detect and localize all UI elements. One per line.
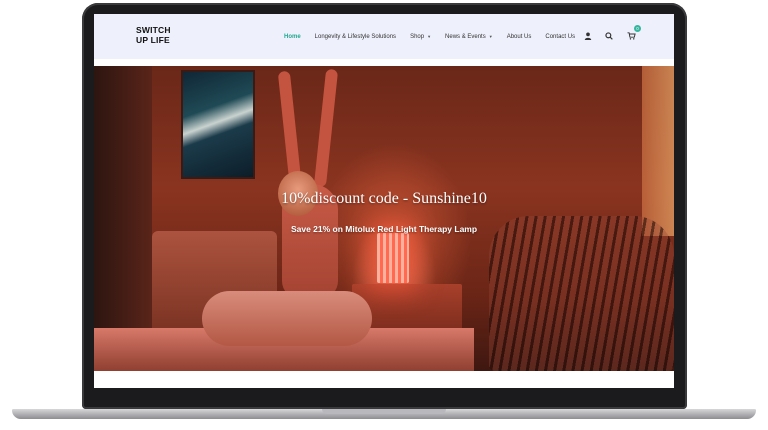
main-menu: Home Longevity & Lifestyle Solutions Sho… [284, 14, 589, 59]
hero-banner: 10%discount code - Sunshine10 Save 21% o… [94, 66, 674, 371]
user-icon[interactable] [581, 29, 595, 43]
nav-item-news-events[interactable]: News & Events ▼ [445, 34, 493, 40]
site-logo[interactable]: SWITCH UP LIFE [136, 25, 196, 45]
nav-item-about[interactable]: About Us [507, 34, 532, 40]
search-icon[interactable] [602, 29, 616, 43]
nav-item-home[interactable]: Home [284, 34, 301, 40]
cart-icon[interactable]: 0 [624, 25, 641, 43]
nav-item-label: Longevity & Lifestyle Solutions [314, 33, 397, 40]
site-header: SWITCH UP LIFE Home Longevity & Lifestyl… [94, 14, 674, 59]
nav-item-longevity[interactable]: Longevity & Lifestyle Solutions [315, 34, 396, 40]
hero-subtitle[interactable]: Save 21% on Mitolux Red Light Therapy La… [94, 224, 674, 234]
hero-photo-chair [489, 216, 674, 371]
browser-screen: SWITCH UP LIFE Home Longevity & Lifestyl… [94, 14, 674, 388]
hero-photo-person-legs [202, 291, 372, 346]
laptop-hinge-notch [322, 409, 446, 414]
hero-photo-curtain [642, 66, 674, 236]
hero-title: 10%discount code - Sunshine10 [281, 190, 487, 207]
hero-photo-painting [181, 70, 255, 179]
nav-item-label: About Us [506, 33, 532, 40]
logo-line-1: SWITCH [136, 25, 171, 35]
cart-count-badge: 0 [634, 25, 641, 32]
chevron-down-icon: ▼ [488, 34, 493, 39]
hero-photo-person-arm [313, 68, 339, 188]
nav-item-label: Shop [410, 33, 425, 40]
hero-photo-wall [94, 66, 152, 371]
nav-item-shop[interactable]: Shop ▼ [410, 34, 431, 40]
nav-item-label: Home [284, 33, 301, 40]
nav-item-contact[interactable]: Contact Us [545, 34, 575, 40]
nav-item-label: News & Events [445, 33, 486, 40]
nav-item-label: Contact Us [545, 33, 576, 40]
hero-photo-red-light-lamp [377, 233, 409, 283]
chevron-down-icon: ▼ [427, 34, 432, 39]
logo-line-2: UP LIFE [136, 35, 170, 45]
